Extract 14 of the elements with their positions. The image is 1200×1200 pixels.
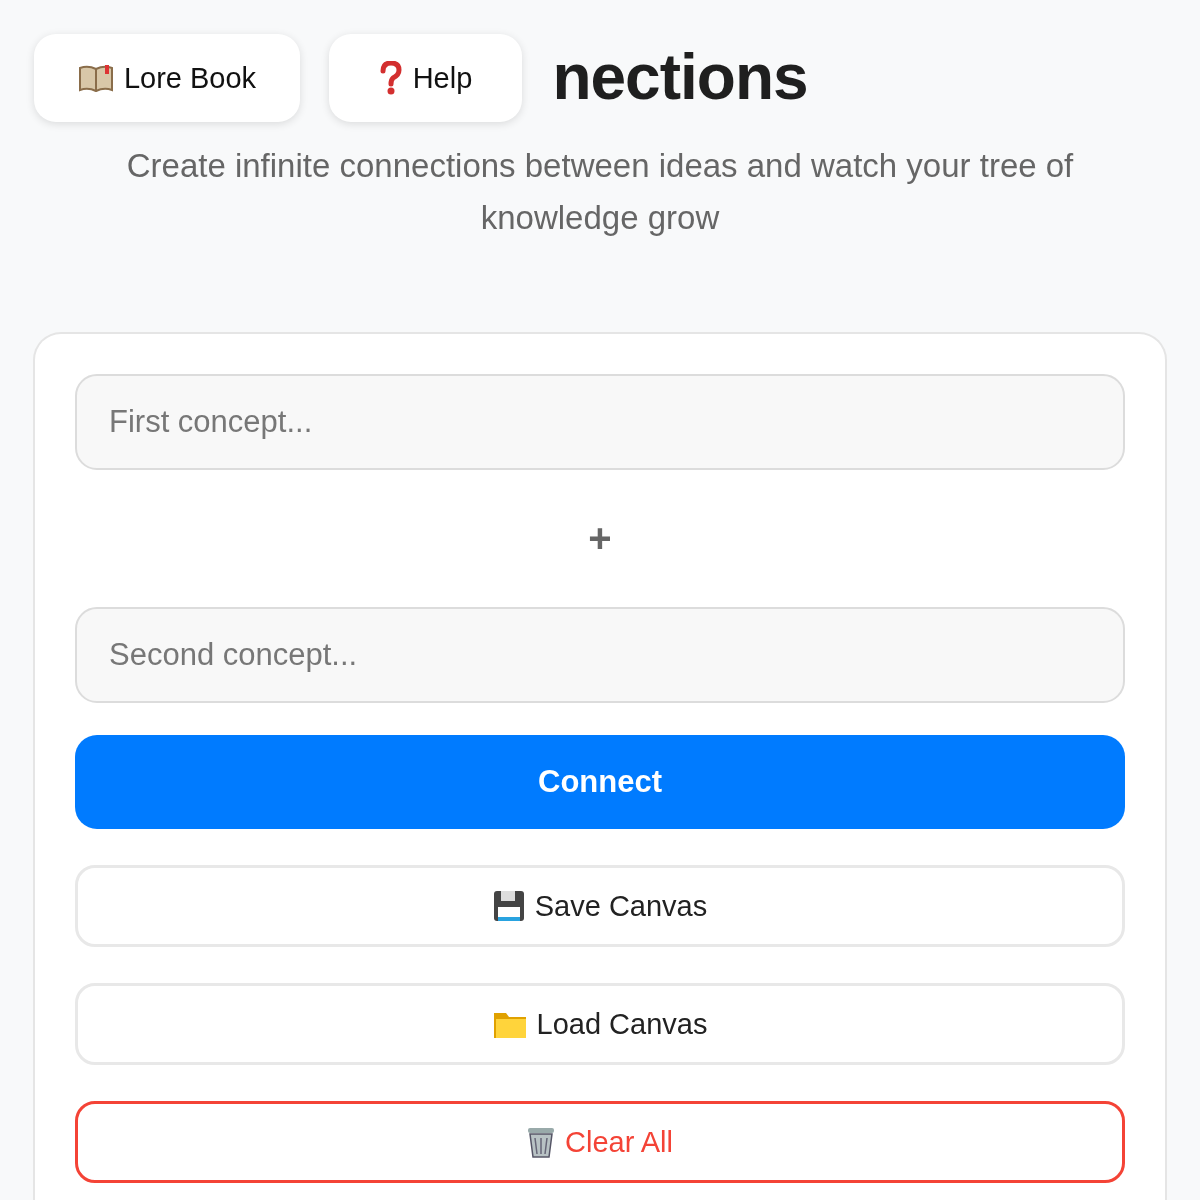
input-field[interactable]: Second concept...	[75, 607, 1125, 703]
canvas-button[interactable]: Load Canvas	[75, 983, 1125, 1065]
page-title: nections	[552, 40, 808, 115]
help-button[interactable]: Help	[329, 34, 522, 122]
input-field[interactable]: First concept...	[75, 374, 1125, 470]
plus-sign: +	[588, 515, 612, 562]
clear-all-button[interactable]: Clear All	[75, 1101, 1125, 1183]
trash-can-icon	[527, 1126, 555, 1158]
canvas-button[interactable]: Save Canvas	[75, 865, 1125, 947]
question-mark-icon	[378, 61, 403, 95]
connect-button[interactable]: Connect	[75, 735, 1125, 829]
subtitle: Create infinite connections between ideas and watch your tree of knowledge grow	[125, 146, 1075, 238]
lore-book-button[interactable]: Lore Book	[34, 34, 300, 122]
book-icon	[77, 64, 114, 92]
